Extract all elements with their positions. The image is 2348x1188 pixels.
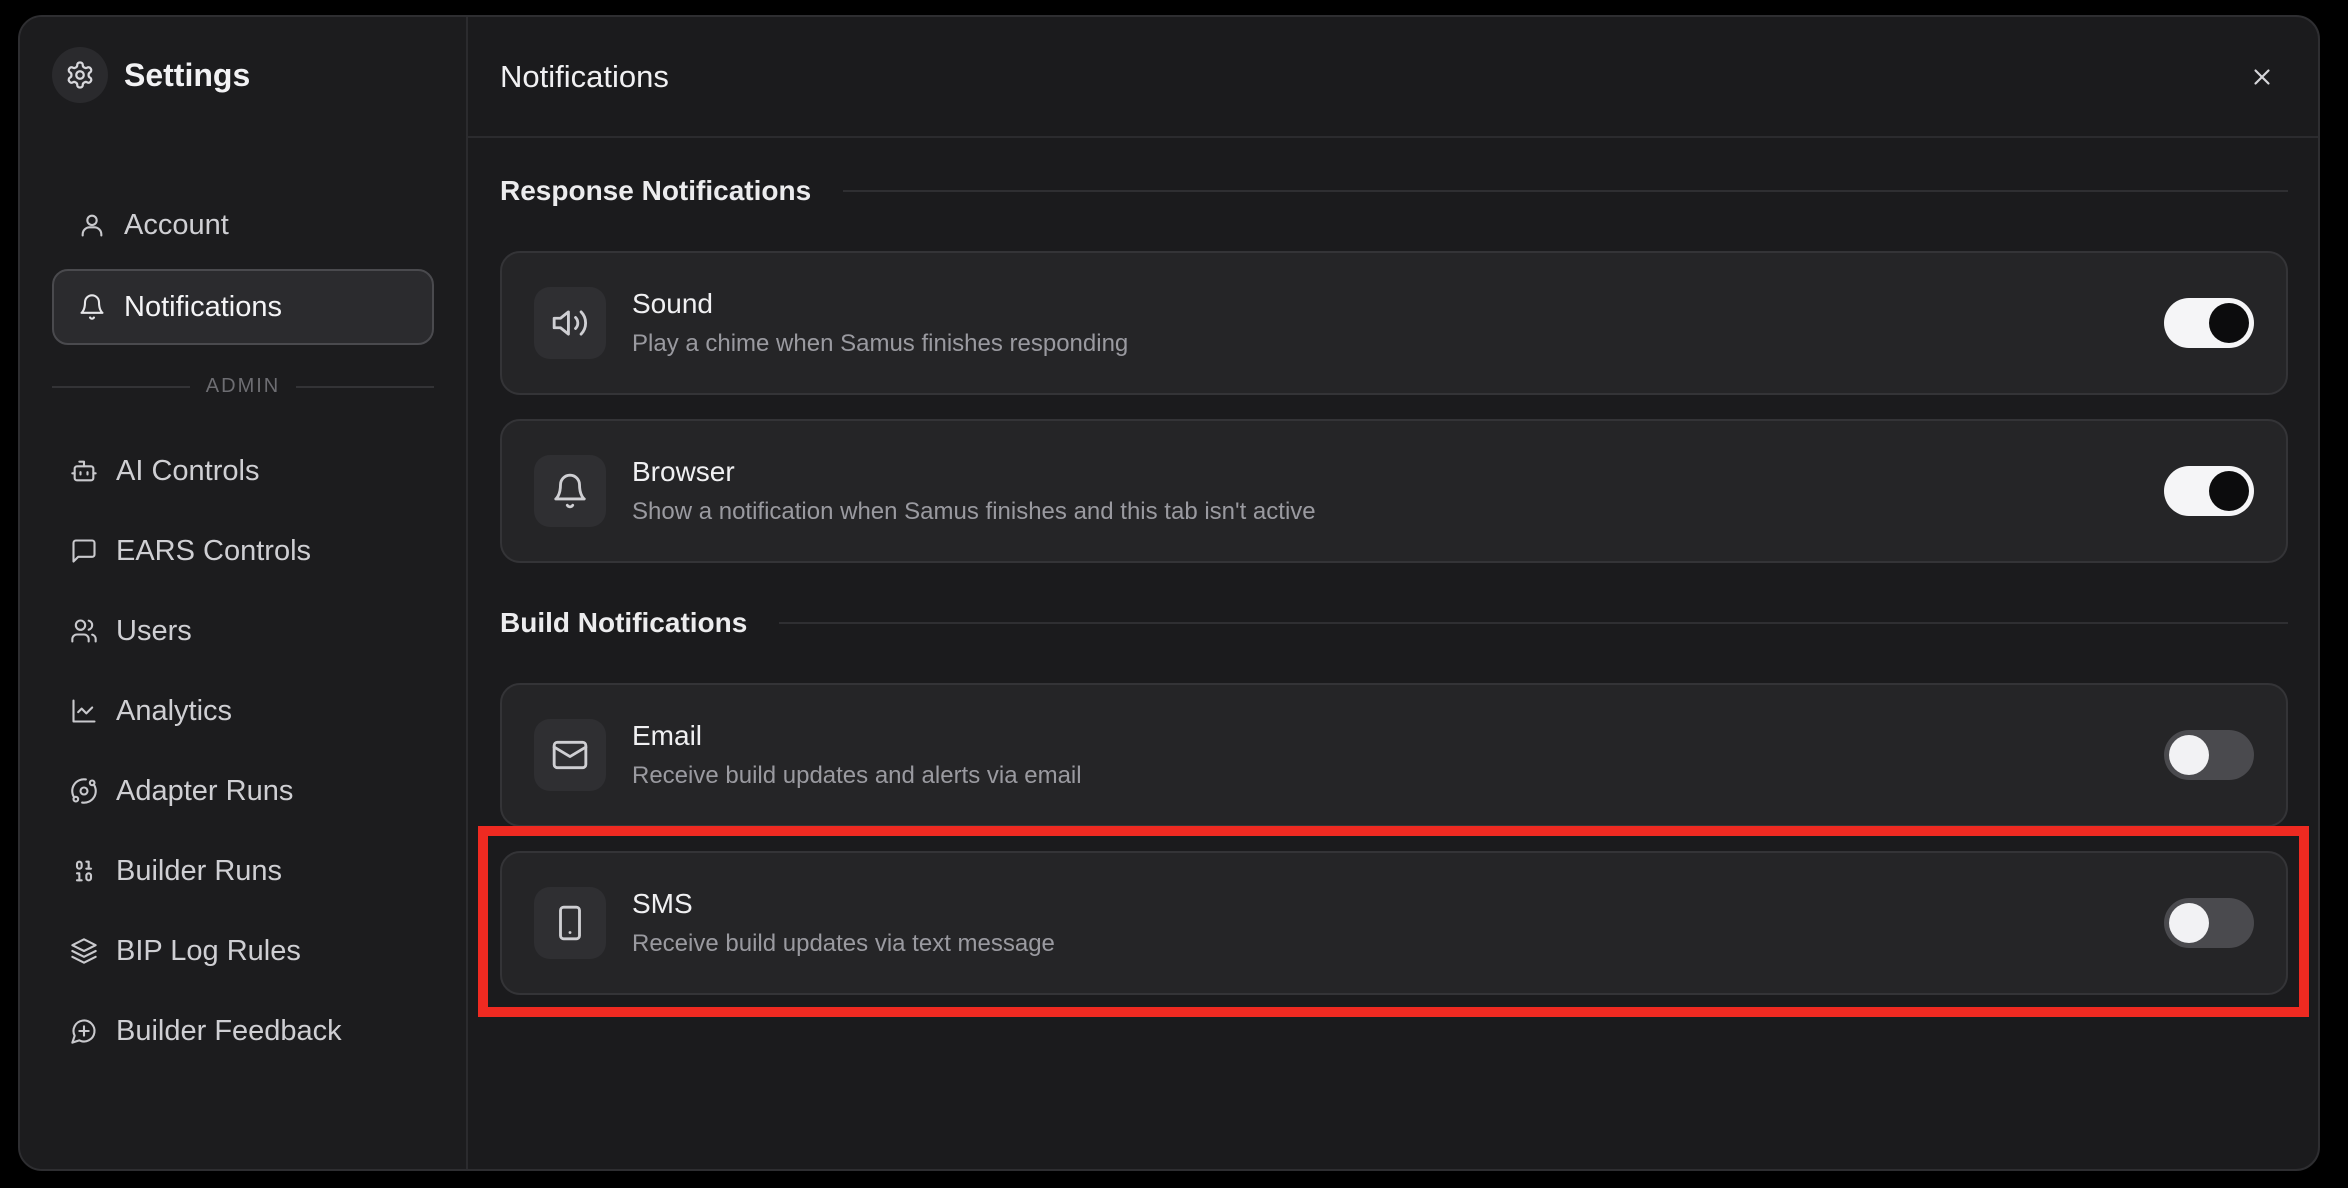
card-description: Play a chime when Samus finishes respond…: [632, 330, 1129, 357]
section-title: Response Notifications: [500, 175, 812, 206]
chart-line-icon: [72, 699, 96, 723]
users-icon: [71, 619, 97, 643]
close-button[interactable]: [2236, 51, 2288, 103]
sound-toggle[interactable]: [2164, 298, 2254, 348]
section-build-header: Build Notifications: [500, 607, 2288, 639]
sidebar-item-bip-log-rules[interactable]: BIP Log Rules: [52, 915, 434, 987]
admin-label: ADMIN: [205, 375, 281, 397]
sidebar-item-label: Analytics: [116, 694, 233, 727]
sidebar-title: Settings: [124, 56, 251, 93]
message-square-icon: [72, 539, 96, 563]
section-response-header: Response Notifications: [500, 175, 2288, 207]
orbit-icon: [71, 778, 97, 804]
sound-card: Sound Play a chime when Samus finishes r…: [500, 251, 2288, 395]
main-header: Notifications: [468, 17, 2318, 138]
sidebar-item-analytics[interactable]: Analytics: [52, 675, 434, 747]
close-icon: [2254, 68, 2270, 85]
gear-icon: [52, 47, 108, 103]
email-card: Email Receive build updates and alerts v…: [500, 683, 2288, 827]
card-title: Sound: [632, 288, 713, 319]
sidebar-item-ears-controls[interactable]: EARS Controls: [52, 515, 434, 587]
card-description: Show a notification when Samus finishes …: [632, 498, 1316, 525]
card-description: Receive build updates via text message: [632, 930, 1055, 957]
sidebar-item-users[interactable]: Users: [52, 595, 434, 667]
sidebar-item-label: Notifications: [124, 290, 282, 323]
sidebar-item-label: Adapter Runs: [116, 774, 294, 807]
sms-card: SMS Receive build updates via text messa…: [500, 851, 2288, 995]
smartphone-icon: [534, 887, 606, 959]
sms-toggle[interactable]: [2164, 898, 2254, 948]
sidebar-item-label: EARS Controls: [116, 534, 312, 567]
sidebar-item-account[interactable]: Account: [52, 187, 434, 263]
page-title: Notifications: [500, 58, 669, 94]
brand: Settings: [52, 47, 250, 103]
sidebar-item-label: Account: [124, 208, 229, 241]
main-panel: Notifications Response Notifications Sou…: [468, 17, 2318, 1169]
sidebar-item-label: Builder Runs: [116, 854, 283, 887]
sidebar-item-label: AI Controls: [116, 454, 260, 487]
user-icon: [81, 214, 103, 237]
sidebar-item-label: BIP Log Rules: [116, 934, 301, 967]
sidebar-nav: Account Notifications: [52, 187, 434, 351]
sidebar: Settings Account Notifications ADMIN AI …: [20, 17, 468, 1169]
binary-icon: [75, 860, 93, 882]
mail-icon: [534, 719, 606, 791]
message-plus-icon: [71, 1019, 96, 1044]
sidebar-item-notifications[interactable]: Notifications: [52, 269, 434, 345]
card-title: Email: [632, 720, 703, 751]
bell-icon: [80, 294, 104, 320]
settings-window: Settings Account Notifications ADMIN AI …: [18, 15, 2320, 1171]
sidebar-item-adapter-runs[interactable]: Adapter Runs: [52, 755, 434, 827]
card-title: SMS: [632, 888, 693, 919]
sidebar-item-builder-runs[interactable]: Builder Runs: [52, 835, 434, 907]
sidebar-item-builder-feedback[interactable]: Builder Feedback: [52, 995, 434, 1067]
sidebar-item-ai-controls[interactable]: AI Controls: [52, 435, 434, 507]
bot-icon: [71, 460, 97, 482]
layers-icon: [71, 938, 97, 964]
browser-toggle[interactable]: [2164, 466, 2254, 516]
card-description: Receive build updates and alerts via ema…: [632, 762, 1082, 789]
browser-card: Browser Show a notification when Samus f…: [500, 419, 2288, 563]
email-toggle[interactable]: [2164, 730, 2254, 780]
bell-icon: [534, 455, 606, 527]
volume-icon: [534, 287, 606, 359]
card-title: Browser: [632, 456, 735, 487]
sidebar-item-label: Users: [116, 614, 192, 647]
sidebar-item-label: Builder Feedback: [116, 1014, 342, 1047]
section-title: Build Notifications: [500, 607, 748, 638]
admin-divider: ADMIN: [52, 375, 435, 398]
admin-nav: AI Controls EARS Controls Users Analytic…: [52, 435, 434, 1075]
